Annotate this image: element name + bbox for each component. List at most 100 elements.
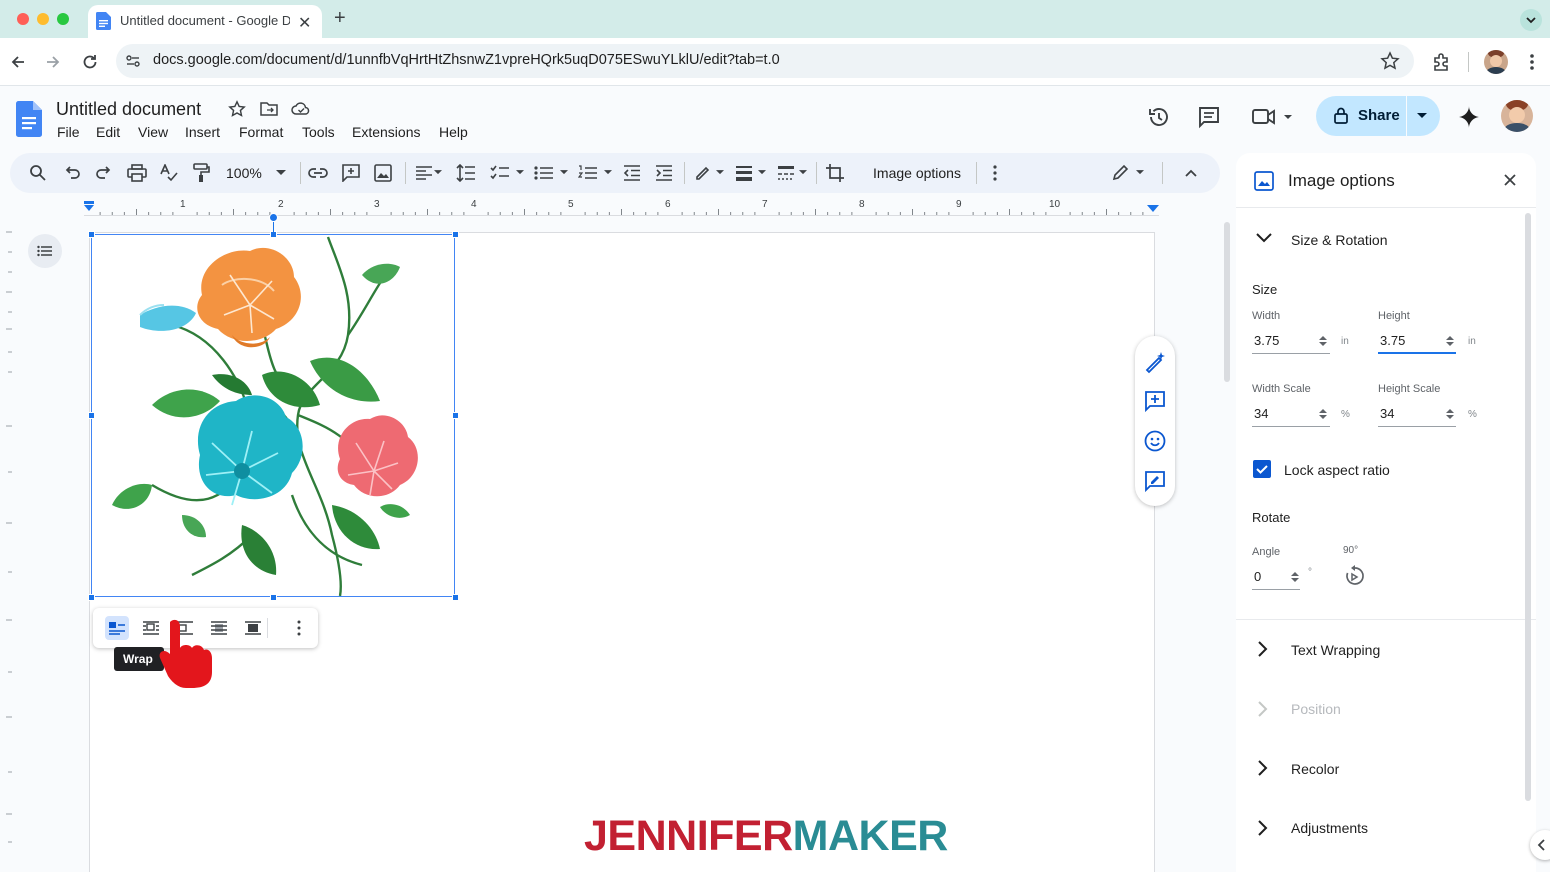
recolor-header[interactable]: Recolor — [1291, 761, 1339, 777]
move-folder-icon[interactable] — [260, 101, 278, 117]
forward-arrow-icon[interactable] — [44, 53, 62, 71]
extensions-puzzle-icon[interactable] — [1431, 51, 1453, 73]
browser-menu-icon[interactable] — [1525, 52, 1539, 72]
suggest-edits-icon[interactable] — [1143, 469, 1167, 493]
site-info-icon[interactable] — [125, 53, 141, 69]
vertical-ruler[interactable] — [0, 222, 12, 872]
expand-chevron-icon[interactable] — [1258, 760, 1268, 776]
browser-tab[interactable]: Untitled document - Google Docs ✕ — [88, 5, 322, 38]
star-icon[interactable] — [228, 100, 246, 118]
docs-logo-icon[interactable] — [16, 101, 42, 137]
help-me-create-icon[interactable] — [1143, 350, 1167, 374]
reload-icon[interactable] — [80, 52, 100, 72]
image-more-options-icon[interactable] — [287, 616, 311, 640]
editing-mode-pencil-icon[interactable] — [1108, 161, 1132, 185]
insert-link-icon[interactable] — [306, 161, 330, 185]
menu-edit[interactable]: Edit — [96, 124, 120, 140]
version-history-icon[interactable] — [1147, 105, 1171, 129]
lock-aspect-label[interactable]: Lock aspect ratio — [1284, 462, 1390, 478]
gemini-sparkle-icon[interactable] — [1458, 106, 1480, 128]
menu-view[interactable]: View — [138, 124, 168, 140]
menu-tools[interactable]: Tools — [302, 124, 335, 140]
add-comment-side-icon[interactable] — [1143, 389, 1167, 413]
checklist-dropdown-icon[interactable] — [516, 170, 524, 175]
width-spinner-icon[interactable] — [1319, 335, 1327, 347]
menu-extensions[interactable]: Extensions — [352, 124, 420, 140]
in-line-wrap-button[interactable] — [105, 616, 129, 640]
insert-image-icon[interactable] — [371, 161, 395, 185]
close-window-button[interactable] — [17, 13, 29, 25]
editing-mode-dropdown-icon[interactable] — [1136, 170, 1144, 175]
checklist-icon[interactable] — [488, 161, 512, 185]
horizontal-ruler[interactable] — [84, 198, 1159, 216]
menu-insert[interactable]: Insert — [185, 124, 220, 140]
new-tab-button[interactable]: + — [334, 7, 346, 30]
collapse-side-panel-button[interactable] — [1530, 830, 1550, 860]
resize-handle-top-left[interactable] — [88, 231, 95, 238]
height-scale-spinner-icon[interactable] — [1446, 408, 1454, 420]
undo-icon[interactable] — [60, 161, 84, 185]
resize-handle-bottom-left[interactable] — [88, 594, 95, 601]
bulleted-list-dropdown-icon[interactable] — [560, 170, 568, 175]
back-arrow-icon[interactable] — [9, 53, 27, 71]
border-dash-dropdown-icon[interactable] — [799, 170, 807, 175]
cloud-status-icon[interactable] — [291, 101, 311, 117]
collapse-chevron-icon[interactable] — [1256, 233, 1272, 243]
share-button[interactable]: Share — [1316, 96, 1440, 136]
decrease-indent-icon[interactable] — [620, 161, 644, 185]
rotate-90-icon[interactable] — [1344, 565, 1366, 587]
text-wrapping-header[interactable]: Text Wrapping — [1291, 642, 1380, 658]
panel-scrollbar[interactable] — [1525, 213, 1531, 801]
maximize-window-button[interactable] — [57, 13, 69, 25]
tab-search-button[interactable] — [1520, 9, 1542, 31]
selected-image[interactable] — [91, 234, 455, 597]
height-scale-input[interactable]: 34 — [1378, 401, 1456, 427]
document-outline-button[interactable] — [28, 234, 62, 268]
menu-format[interactable]: Format — [239, 124, 283, 140]
bookmark-star-icon[interactable] — [1380, 51, 1400, 71]
comments-icon[interactable] — [1197, 105, 1221, 129]
share-dropdown-icon[interactable] — [1416, 112, 1428, 120]
numbered-list-dropdown-icon[interactable] — [604, 170, 612, 175]
print-icon[interactable] — [125, 161, 149, 185]
height-spinner-icon[interactable] — [1446, 335, 1454, 347]
search-menus-icon[interactable] — [26, 161, 50, 185]
add-comment-icon[interactable] — [339, 161, 363, 185]
border-color-icon[interactable] — [691, 161, 715, 185]
menu-file[interactable]: File — [57, 124, 80, 140]
add-emoji-reaction-icon[interactable] — [1143, 429, 1167, 453]
left-indent-marker[interactable] — [83, 201, 95, 213]
document-title[interactable]: Untitled document — [56, 99, 201, 120]
adjustments-header[interactable]: Adjustments — [1291, 820, 1368, 836]
paint-format-icon[interactable] — [189, 161, 213, 185]
more-options-icon[interactable] — [983, 161, 1007, 185]
size-rotation-header[interactable]: Size & Rotation — [1291, 232, 1388, 248]
zoom-dropdown-icon[interactable] — [276, 170, 286, 176]
angle-spinner-icon[interactable] — [1291, 571, 1299, 583]
image-options-button[interactable]: Image options — [862, 158, 972, 188]
border-color-dropdown-icon[interactable] — [716, 170, 724, 175]
rotate-handle[interactable] — [269, 213, 278, 222]
resize-handle-left[interactable] — [88, 412, 95, 419]
border-weight-icon[interactable] — [732, 161, 756, 185]
resize-handle-right[interactable] — [452, 412, 459, 419]
align-left-icon[interactable] — [412, 161, 436, 185]
meet-camera-icon[interactable] — [1252, 106, 1294, 128]
account-avatar[interactable] — [1501, 100, 1533, 132]
line-spacing-icon[interactable] — [454, 161, 478, 185]
width-scale-spinner-icon[interactable] — [1319, 408, 1327, 420]
zoom-select[interactable]: 100% — [226, 165, 262, 181]
profile-avatar[interactable] — [1484, 50, 1508, 74]
minimize-window-button[interactable] — [37, 13, 49, 25]
right-indent-marker[interactable] — [1147, 205, 1159, 213]
url-text[interactable]: docs.google.com/document/d/1unnfbVqHrtHt… — [153, 52, 780, 68]
resize-handle-bottom[interactable] — [270, 594, 277, 601]
menu-help[interactable]: Help — [439, 124, 468, 140]
resize-handle-top-right[interactable] — [452, 231, 459, 238]
border-weight-dropdown-icon[interactable] — [758, 170, 766, 175]
resize-handle-bottom-right[interactable] — [452, 594, 459, 601]
border-dash-icon[interactable] — [774, 161, 798, 185]
expand-chevron-icon[interactable] — [1258, 820, 1268, 836]
document-scrollbar[interactable] — [1224, 222, 1230, 382]
expand-chevron-icon[interactable] — [1258, 641, 1268, 657]
